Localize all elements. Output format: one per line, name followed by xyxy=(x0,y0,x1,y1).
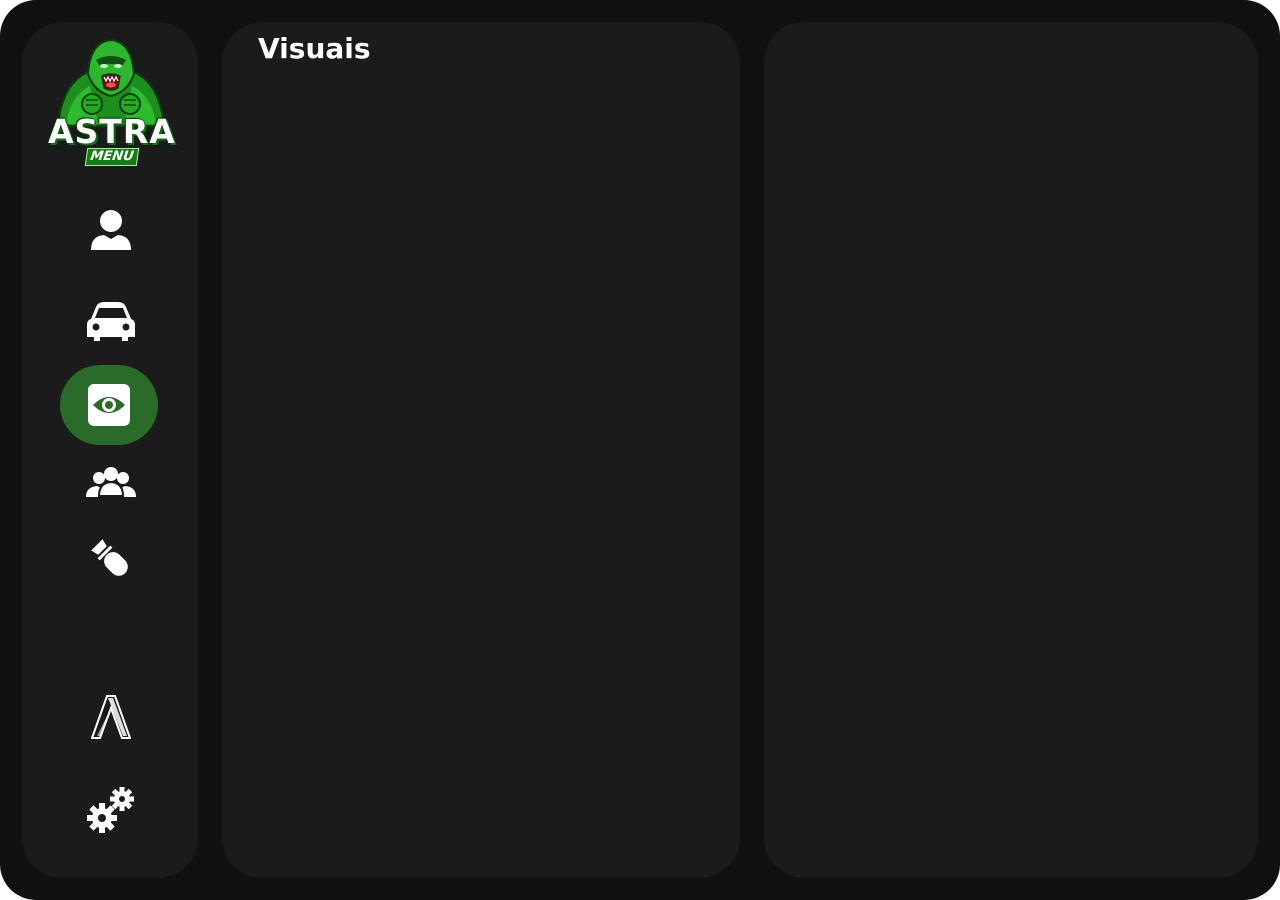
sidebar-item-vehicle[interactable] xyxy=(62,282,160,362)
car-icon xyxy=(87,302,135,341)
page-title: Visuais xyxy=(258,32,371,65)
sidebar-item-online[interactable] xyxy=(62,444,160,524)
logo-subtitle: MENU xyxy=(84,148,140,166)
sidebar: ASTRA MENU xyxy=(22,22,198,878)
menu-window: ASTRA MENU Visuais xyxy=(0,0,1280,900)
sidebar-item-weapons[interactable] xyxy=(62,519,160,599)
user-icon xyxy=(91,210,131,250)
astra-menu-logo: ASTRA MENU xyxy=(48,34,176,170)
sidebar-item-visuals[interactable] xyxy=(60,365,158,445)
sidebar-item-settings[interactable] xyxy=(62,770,160,850)
options-panel xyxy=(764,22,1258,878)
sidebar-item-player[interactable] xyxy=(62,190,160,270)
bomb-icon xyxy=(91,539,128,576)
sidebar-item-ascent[interactable] xyxy=(62,677,160,757)
logo-title: ASTRA xyxy=(48,112,176,151)
gears-icon xyxy=(87,787,134,833)
ascent-logo-icon xyxy=(91,695,131,739)
group-icon xyxy=(86,467,136,497)
visuals-panel: Visuais xyxy=(222,22,740,878)
eye-icon xyxy=(88,384,130,426)
